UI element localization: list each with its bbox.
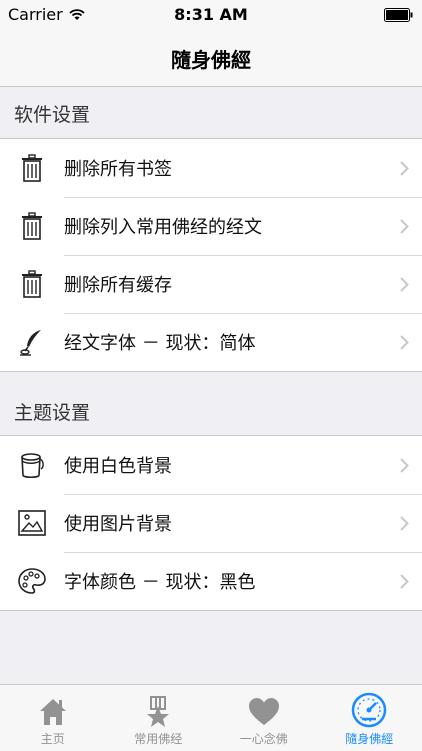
tab-home[interactable]: 主页 xyxy=(0,685,106,751)
picture-icon xyxy=(0,510,64,536)
status-bar: Carrier 8:31 AM xyxy=(0,0,422,30)
heart-icon xyxy=(247,696,281,728)
chevron-right-icon xyxy=(386,219,422,234)
tab-label: 一心念佛 xyxy=(240,730,288,747)
section-header-software-settings: 软件设置 xyxy=(0,88,422,138)
software-settings-group: 删除所有书签 删除列入常用佛经的经文 删除所有缓存 经文字体 － 现状：简体 xyxy=(0,138,422,372)
section-header-theme-settings: 主题设置 xyxy=(0,386,422,436)
trash-icon xyxy=(0,270,64,298)
tab-bar: 主页 常用佛经 一心念佛 隨身佛經 xyxy=(0,684,422,751)
home-icon xyxy=(37,696,69,728)
section-header-label: 软件设置 xyxy=(0,100,90,127)
chevron-right-icon xyxy=(386,458,422,473)
navigation-bar: 隨身佛經 xyxy=(0,30,422,87)
tab-favorite-sutras[interactable]: 常用佛经 xyxy=(106,685,212,751)
row-image-background[interactable]: 使用图片背景 xyxy=(0,494,422,552)
row-delete-favorite-sutras[interactable]: 删除列入常用佛经的经文 xyxy=(0,197,422,255)
row-sutra-font[interactable]: 经文字体 － 现状：简体 xyxy=(0,313,422,371)
dashboard-icon xyxy=(351,692,387,728)
tab-label: 常用佛经 xyxy=(134,730,182,747)
row-label: 删除所有书签 xyxy=(64,155,386,181)
trash-icon xyxy=(0,154,64,182)
trash-icon xyxy=(0,212,64,240)
chevron-right-icon xyxy=(386,335,422,350)
row-label: 经文字体 － 现状：简体 xyxy=(64,329,386,355)
tab-label: 主页 xyxy=(41,730,65,747)
section-header-label: 主题设置 xyxy=(0,398,90,425)
row-delete-all-cache[interactable]: 删除所有缓存 xyxy=(0,255,422,313)
tab-mindful-chanting[interactable]: 一心念佛 xyxy=(211,685,317,751)
paint-bucket-icon xyxy=(0,451,64,479)
row-label: 删除列入常用佛经的经文 xyxy=(64,213,386,239)
status-time: 8:31 AM xyxy=(0,5,422,24)
chevron-right-icon xyxy=(386,516,422,531)
row-label: 使用白色背景 xyxy=(64,452,386,478)
chevron-right-icon xyxy=(386,277,422,292)
row-label: 删除所有缓存 xyxy=(64,271,386,297)
row-white-background[interactable]: 使用白色背景 xyxy=(0,436,422,494)
tab-label: 隨身佛經 xyxy=(345,730,393,747)
row-delete-all-bookmarks[interactable]: 删除所有书签 xyxy=(0,139,422,197)
tab-portable-sutras[interactable]: 隨身佛經 xyxy=(317,685,422,751)
row-label: 使用图片背景 xyxy=(64,510,386,536)
page-title: 隨身佛經 xyxy=(171,44,251,73)
row-font-color[interactable]: 字体颜色 － 现状：黑色 xyxy=(0,552,422,610)
battery-icon xyxy=(384,7,414,26)
palette-icon xyxy=(0,568,64,594)
star-badge-icon xyxy=(142,696,174,728)
chevron-right-icon xyxy=(386,574,422,589)
quill-pen-icon xyxy=(0,328,64,356)
chevron-right-icon xyxy=(386,161,422,176)
row-label: 字体颜色 － 现状：黑色 xyxy=(64,568,386,594)
theme-settings-group: 使用白色背景 使用图片背景 字体颜色 － 现状：黑色 xyxy=(0,435,422,611)
